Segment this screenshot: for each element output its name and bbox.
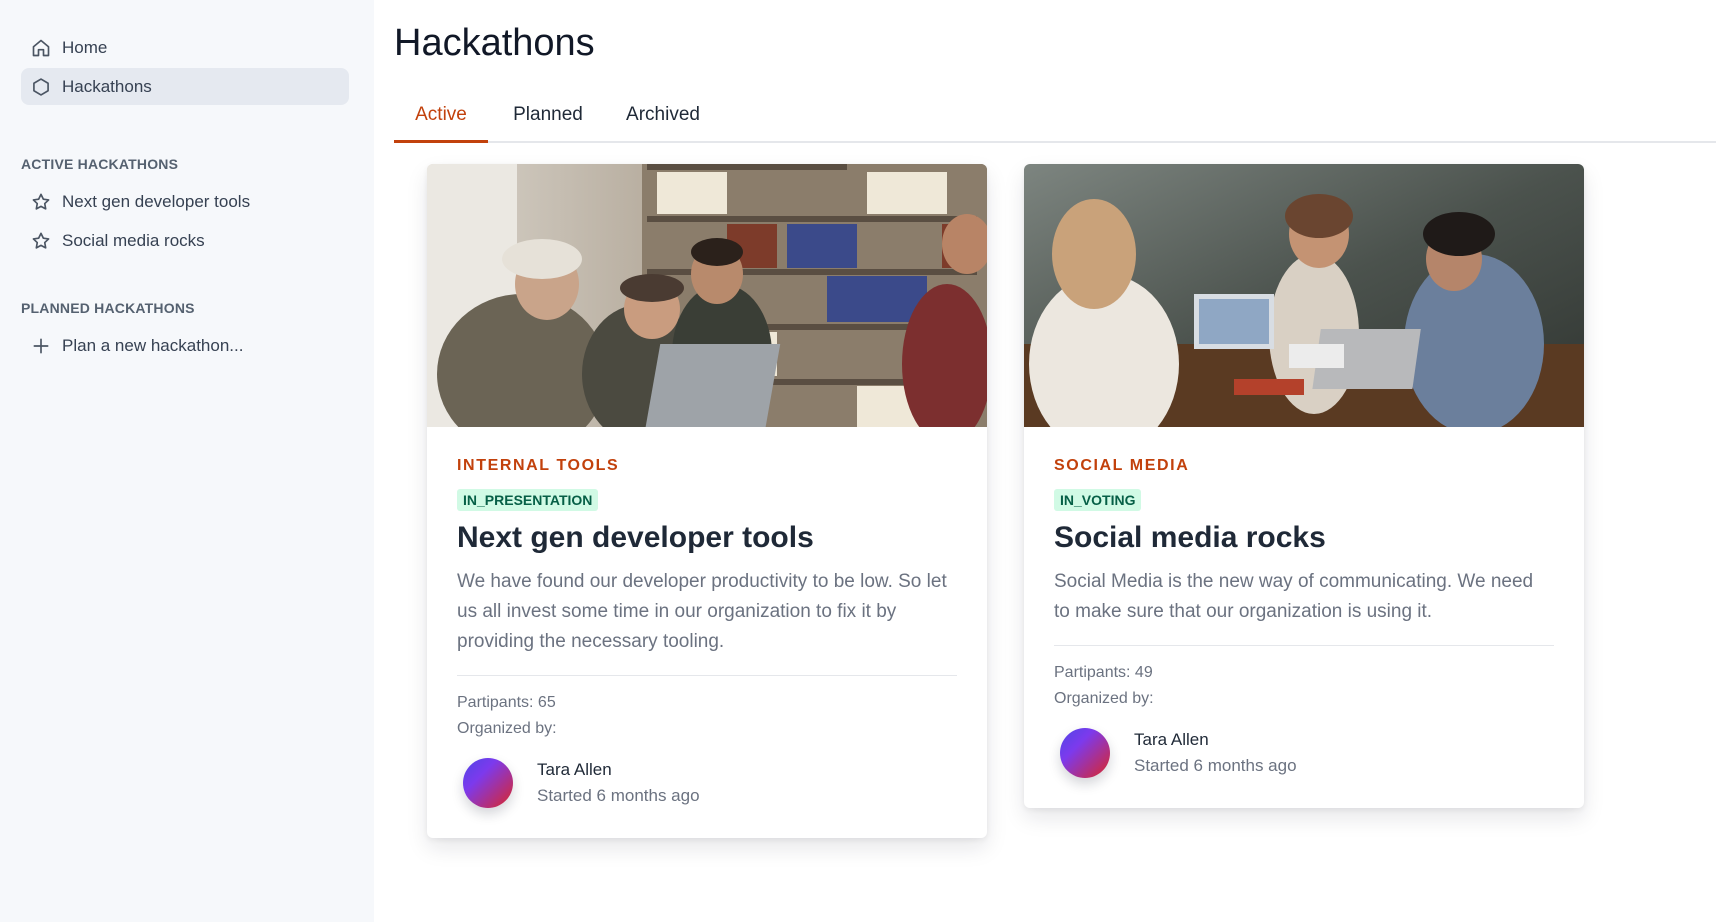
page-title: Hackathons bbox=[394, 22, 595, 64]
organizer-name: Tara Allen bbox=[537, 760, 612, 779]
participants-count: Partipants: 65 bbox=[457, 694, 556, 711]
avatar[interactable] bbox=[1060, 728, 1110, 778]
card-image bbox=[427, 164, 987, 427]
divider bbox=[1054, 645, 1554, 646]
avatar[interactable] bbox=[463, 758, 513, 808]
sidebar-item-home[interactable]: Home bbox=[21, 29, 349, 66]
organizer-name: Tara Allen bbox=[1134, 730, 1209, 749]
started-time: Started 6 months ago bbox=[537, 786, 700, 805]
card-category: SOCIAL MEDIA bbox=[1054, 457, 1190, 474]
sidebar-item-label: Home bbox=[62, 37, 108, 57]
sidebar: Home Hackathons ACTIVE HACKATHONS Next g… bbox=[0, 0, 374, 922]
planned-hackathons-heading: PLANNED HACKATHONS bbox=[21, 300, 195, 316]
star-icon bbox=[31, 192, 51, 212]
hexagon-icon bbox=[31, 77, 51, 97]
divider bbox=[457, 675, 957, 676]
organized-by-label: Organized by: bbox=[457, 720, 557, 737]
sidebar-item-hackathons[interactable]: Hackathons bbox=[21, 68, 349, 105]
star-icon bbox=[31, 231, 51, 251]
sidebar-item-label: Next gen developer tools bbox=[62, 191, 251, 211]
sidebar-item-label: Hackathons bbox=[62, 76, 152, 96]
hackathon-card-social-media-rocks[interactable]: SOCIAL MEDIA IN_VOTING Social media rock… bbox=[1024, 164, 1584, 808]
organizer: Tara Allen Started 6 months ago bbox=[1054, 728, 1554, 778]
status-badge: IN_PRESENTATION bbox=[457, 489, 599, 511]
started-time: Started 6 months ago bbox=[1134, 756, 1297, 775]
tab-planned[interactable]: Planned bbox=[504, 98, 592, 143]
card-title: Social media rocks bbox=[1054, 521, 1326, 554]
card-image bbox=[1024, 164, 1584, 427]
card-category: INTERNAL TOOLS bbox=[457, 457, 620, 474]
tab-active[interactable]: Active bbox=[394, 98, 488, 143]
status-badge: IN_VOTING bbox=[1054, 489, 1142, 511]
participants-count: Partipants: 49 bbox=[1054, 664, 1153, 681]
active-hackathons-heading: ACTIVE HACKATHONS bbox=[21, 156, 179, 172]
sidebar-item-label: Plan a new hackathon... bbox=[62, 335, 244, 355]
organizer: Tara Allen Started 6 months ago bbox=[457, 758, 957, 808]
home-icon bbox=[31, 38, 51, 58]
card-description: Social Media is the new way of communica… bbox=[1054, 571, 1534, 622]
plus-icon bbox=[31, 336, 51, 356]
sidebar-item-plan-new-hackathon[interactable]: Plan a new hackathon... bbox=[21, 327, 349, 364]
tab-bar: Active Planned Archived bbox=[394, 98, 1716, 143]
tab-archived[interactable]: Archived bbox=[616, 98, 710, 143]
card-title: Next gen developer tools bbox=[457, 521, 814, 554]
sidebar-item-label: Social media rocks bbox=[62, 230, 205, 250]
hackathon-card-next-gen-developer-tools[interactable]: INTERNAL TOOLS IN_PRESENTATION Next gen … bbox=[427, 164, 987, 838]
sidebar-item-social-media-rocks[interactable]: Social media rocks bbox=[21, 222, 349, 259]
card-description: We have found our developer productivity… bbox=[457, 571, 947, 652]
organized-by-label: Organized by: bbox=[1054, 690, 1154, 707]
sidebar-item-next-gen-developer-tools[interactable]: Next gen developer tools bbox=[21, 183, 349, 220]
